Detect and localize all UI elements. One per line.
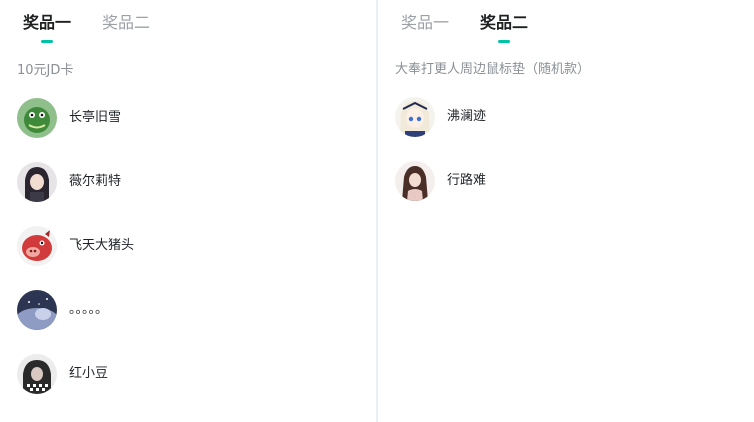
winner-name[interactable]: 。。。。。 <box>69 301 108 319</box>
tab-prize-two[interactable]: 奖品二 <box>102 12 150 34</box>
winner-name[interactable]: 飞天大猪头 <box>69 237 134 255</box>
avatar[interactable] <box>17 162 57 202</box>
list-item: 。。。。。 <box>17 290 347 354</box>
winner-list: 沸澜迹 行路难 <box>395 97 725 225</box>
prize-panel-right: 奖品一 奖品二 大奉打更人周边鼠标垫（随机款） 沸澜迹 行路难 <box>378 0 754 422</box>
list-item: 薇尔莉特 <box>17 162 347 226</box>
avatar[interactable] <box>17 226 57 266</box>
tab-label: 奖品二 <box>480 13 529 32</box>
prize-name: 大奉打更人周边鼠标垫（随机款） <box>395 62 591 77</box>
list-item: 行路难 <box>395 161 725 225</box>
prize-name: 10元JD卡 <box>17 63 74 78</box>
lottery-results: 奖品一 奖品二 10元JD卡 长亭旧雪 薇尔莉特 飞天大猪头 。。。。。 红小豆… <box>0 0 754 422</box>
avatar[interactable] <box>395 97 435 137</box>
tab-prize-one[interactable]: 奖品一 <box>401 12 449 34</box>
active-tab-indicator <box>498 40 510 43</box>
avatar[interactable] <box>17 290 57 330</box>
avatar[interactable] <box>17 98 57 138</box>
winner-name[interactable]: 沸澜迹 <box>447 108 486 126</box>
tab-label: 奖品一 <box>23 13 72 32</box>
winner-name[interactable]: 薇尔莉特 <box>69 173 121 191</box>
list-item: 飞天大猪头 <box>17 226 347 290</box>
winner-name[interactable]: 长亭旧雪 <box>69 109 121 127</box>
list-item: 长亭旧雪 <box>17 98 347 162</box>
list-item: 沸澜迹 <box>395 97 725 161</box>
prize-panel-left: 奖品一 奖品二 10元JD卡 长亭旧雪 薇尔莉特 飞天大猪头 。。。。。 红小豆 <box>0 0 376 422</box>
tab-prize-two[interactable]: 奖品二 <box>480 12 529 43</box>
active-tab-indicator <box>41 40 53 43</box>
tab-label: 奖品二 <box>102 13 151 32</box>
winner-list: 长亭旧雪 薇尔莉特 飞天大猪头 。。。。。 红小豆 <box>17 98 347 418</box>
tab-label: 奖品一 <box>401 13 450 32</box>
list-item: 红小豆 <box>17 354 347 418</box>
avatar[interactable] <box>17 354 57 394</box>
tab-prize-one[interactable]: 奖品一 <box>23 12 72 43</box>
winner-name[interactable]: 行路难 <box>447 172 486 190</box>
avatar[interactable] <box>395 161 435 201</box>
winner-name[interactable]: 红小豆 <box>69 365 108 383</box>
